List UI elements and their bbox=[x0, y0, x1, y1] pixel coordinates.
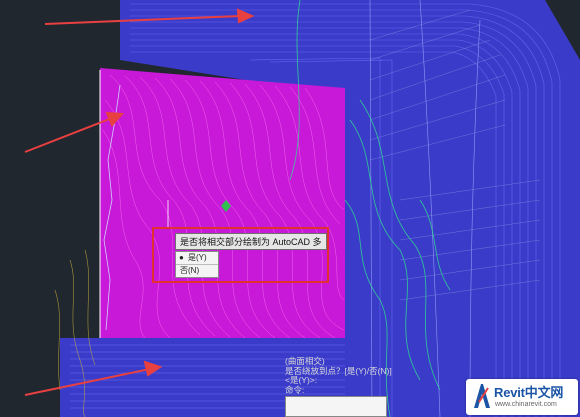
option-yes-label: 是(Y) bbox=[188, 253, 207, 262]
dynamic-input-prompt: 是否将相交部分绘制为 AutoCAD 多段线？ bbox=[175, 233, 327, 264]
watermark-brand: Revit中文网 bbox=[494, 385, 564, 400]
cad-drawing-canvas[interactable] bbox=[0, 0, 580, 417]
watermark-url: www.chinarevit.com bbox=[495, 401, 557, 408]
command-history: (曲面相交) 是否绕放到点？[是(Y)/否(N)] <是(Y)>: 命令: bbox=[285, 356, 392, 395]
option-no-label: 否(N) bbox=[180, 266, 200, 275]
watermark: Revit中文网 www.chinarevit.com bbox=[466, 379, 578, 415]
option-no[interactable]: 否(N) bbox=[176, 264, 218, 277]
revit-logo-icon bbox=[474, 384, 490, 408]
selected-bullet-icon: ● bbox=[179, 253, 184, 262]
command-line: 命令: bbox=[285, 384, 305, 395]
option-yes[interactable]: ● 是(Y) bbox=[176, 252, 218, 264]
intersection-surface bbox=[100, 68, 345, 340]
dynamic-input-options: ● 是(Y) 否(N) bbox=[175, 251, 219, 278]
command-input[interactable] bbox=[285, 396, 387, 417]
